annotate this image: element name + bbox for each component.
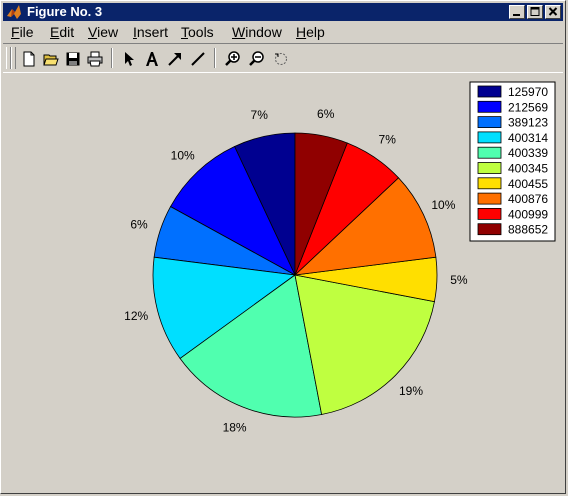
figure-window: Figure No. 3 File Edit View Insert Tools… [0, 0, 566, 494]
plot-area: 7% 10% 6% 12% 18% 19% 5% 10% 7% 6% 125970 212569 38… [3, 73, 563, 491]
print-icon [87, 51, 103, 67]
percent-label: 19% [399, 384, 423, 398]
percent-label: 10% [171, 148, 195, 162]
legend-swatch [477, 192, 502, 205]
percent-label: 7% [379, 132, 397, 146]
percent-label: 18% [223, 421, 247, 435]
legend-entry: 400999 [508, 207, 548, 221]
menu-file-accel: F [11, 24, 20, 40]
legend-entry: 400314 [508, 131, 548, 145]
menu-tools-rest: ools [188, 24, 214, 40]
toolbar [3, 43, 563, 73]
legend-swatch [477, 146, 502, 159]
menu-edit-accel: E [50, 24, 60, 40]
legend-entry: 125970 [508, 85, 548, 99]
percent-label: 7% [251, 108, 269, 122]
legend-swatch [477, 223, 502, 236]
toolbar-separator-2 [214, 48, 216, 68]
print-button[interactable] [84, 48, 106, 70]
menu-help[interactable]: Help [296, 24, 325, 40]
window-title: Figure No. 3 [27, 4, 103, 19]
percent-label: 6% [130, 217, 148, 231]
zoom-in-icon [225, 51, 240, 66]
menu-insert[interactable]: Insert [133, 24, 168, 40]
pie-slices [152, 132, 438, 418]
legend-swatch [477, 116, 502, 128]
open-button[interactable] [40, 48, 62, 70]
select-button[interactable] [118, 48, 140, 70]
legend-entry: 212569 [508, 100, 548, 114]
legend-entry: 400455 [508, 177, 548, 191]
legend-swatch [477, 177, 502, 190]
save-icon [66, 52, 80, 66]
close-button[interactable] [545, 5, 561, 19]
legend-swatch [477, 100, 502, 113]
percent-label: 6% [317, 107, 335, 121]
save-button[interactable] [62, 48, 84, 70]
new-file-button[interactable] [18, 48, 40, 70]
menu-file-rest: ile [19, 24, 34, 40]
percent-label: 10% [431, 198, 455, 212]
title-bar[interactable]: Figure No. 3 [3, 3, 563, 21]
insert-arrow-button[interactable] [164, 48, 186, 70]
menu-edit-rest: dit [59, 24, 75, 40]
legend-swatch [477, 85, 502, 98]
percent-label: 5% [450, 273, 468, 287]
menu-insert-rest: nsert [136, 24, 169, 40]
legend-swatch [477, 162, 502, 174]
legend-entry: 400345 [508, 162, 548, 176]
maximize-button[interactable] [527, 5, 543, 19]
maximize-icon [530, 7, 540, 16]
minimize-icon [513, 14, 520, 16]
toolbar-separator [111, 48, 113, 68]
menu-tools[interactable]: Tools [181, 24, 214, 40]
open-folder-icon [43, 54, 59, 66]
legend-entry: 389123 [508, 116, 548, 130]
zoom-out-icon [249, 51, 264, 66]
legend-swatch [477, 207, 502, 220]
menu-view[interactable]: View [88, 24, 118, 40]
insert-arrow-icon [168, 53, 181, 66]
zoom-in-button[interactable] [222, 48, 244, 70]
insert-text-button[interactable] [141, 48, 163, 70]
legend-entry: 400876 [508, 192, 548, 206]
menu-window-accel: W [232, 24, 246, 40]
legend-entry: 400339 [508, 146, 548, 160]
rotate-button[interactable] [270, 48, 292, 70]
percent-label: 12% [124, 309, 148, 323]
pie-chart[interactable]: 7% 10% 6% 12% 18% 19% 5% 10% 7% 6% 125970212569 38… [3, 73, 563, 491]
legend-swatch [477, 131, 502, 144]
menu-help-accel: H [296, 24, 307, 40]
minimize-button[interactable] [509, 5, 525, 19]
rotate-icon [275, 53, 287, 65]
matlab-logo-icon [7, 5, 21, 19]
toolbar-grip-2[interactable] [11, 47, 16, 69]
menu-bar: File Edit View Insert Tools Window Help [3, 22, 563, 42]
zoom-out-button[interactable] [246, 48, 268, 70]
menu-edit[interactable]: Edit [50, 24, 74, 40]
legend[interactable]: 125970212569 389123400314400339 4003454004… [469, 81, 556, 242]
close-icon [548, 7, 558, 16]
menu-view-rest: iew [97, 24, 119, 40]
menu-window-rest: indow [245, 24, 282, 40]
insert-line-button[interactable] [187, 48, 209, 70]
menu-view-accel: V [88, 24, 98, 40]
insert-line-icon [191, 52, 205, 66]
legend-entry: 888652 [508, 223, 548, 237]
new-file-icon [23, 51, 35, 67]
select-arrow-icon [125, 52, 134, 66]
insert-text-icon [146, 52, 158, 66]
menu-file[interactable]: File [11, 24, 34, 40]
menu-window[interactable]: Window [232, 24, 282, 40]
menu-help-rest: elp [306, 24, 325, 40]
menu-tools-accel: T [181, 24, 188, 40]
